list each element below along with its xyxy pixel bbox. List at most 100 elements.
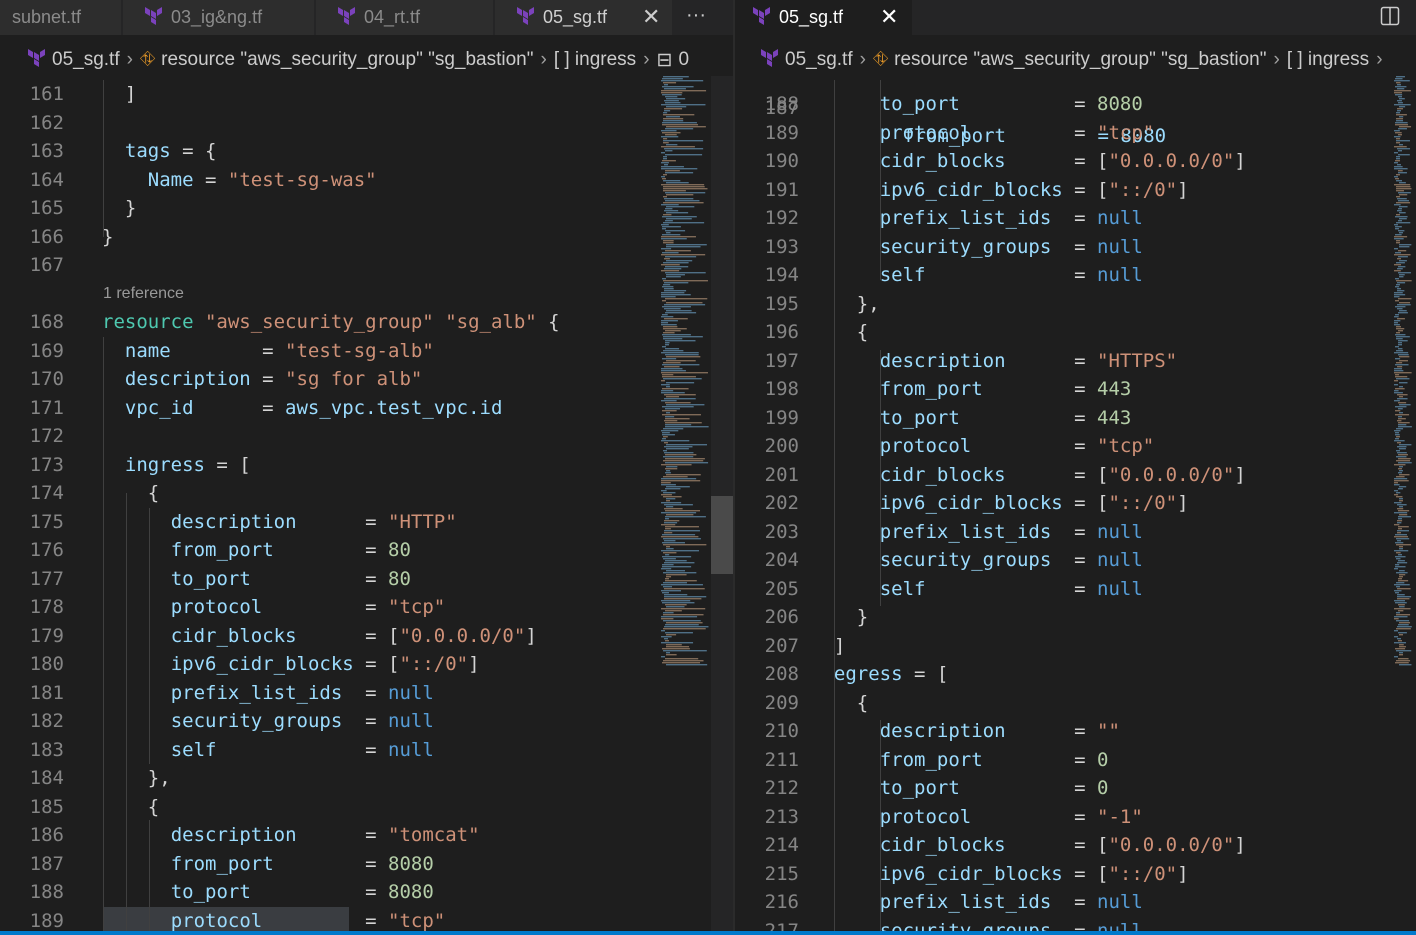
code-line: 190 cidr_blocks = ["0.0.0.0/0"] (735, 147, 1416, 176)
code-line: 188 to_port = 8080 (0, 878, 733, 907)
code-line: 183 self = null (0, 736, 733, 765)
terraform-icon (143, 5, 163, 30)
line-text: tags = { (124, 140, 217, 162)
line-number: 202 (764, 492, 799, 514)
line-text: description = "tomcat" (170, 824, 480, 846)
line-text: Name = "test-sg-was" (147, 168, 377, 191)
line-number: 181 (29, 681, 64, 704)
line-number: 198 (764, 378, 799, 400)
code-line: 193 security_groups = null (735, 233, 1416, 262)
code-line: 171 vpc_id = aws_vpc.test_vpc.id (0, 394, 733, 423)
line-text: from_port = 80 (170, 539, 411, 561)
indent-guide (103, 80, 104, 237)
line-text: to_port = 8080 (879, 93, 1143, 115)
line-number: 203 (764, 520, 799, 543)
line-number: 170 (29, 368, 64, 390)
line-text: from_port = 8080 (170, 852, 434, 875)
line-number: 210 (764, 720, 799, 742)
code-line: 178 protocol = "tcp" (0, 593, 733, 622)
line-text: security_groups = null (879, 549, 1143, 571)
code-line: 196 { (735, 318, 1416, 347)
indent-guide (880, 80, 881, 280)
code-line: 173 ingress = [ (0, 451, 733, 480)
line-number: 208 (764, 663, 799, 685)
tab-ig-ng[interactable]: 03_ig&ng.tf (123, 0, 315, 35)
tab-rt[interactable]: 04_rt.tf (316, 0, 494, 35)
line-number: 186 (29, 824, 64, 846)
code-line: 215 ipv6_cidr_blocks = ["::/0"] (735, 860, 1416, 889)
line-number: 195 (764, 292, 799, 315)
line-number: 180 (29, 653, 64, 675)
line-number: 177 (29, 567, 64, 590)
terraform-icon (336, 5, 356, 30)
tab-label: 05_sg.tf (543, 7, 608, 27)
minimap[interactable] (1392, 76, 1416, 676)
line-text: resource "aws_security_group" "sg_alb" { (102, 311, 560, 333)
line-number: 192 (764, 207, 799, 229)
line-text: description = "HTTP" (170, 510, 457, 533)
code-line: 214 cidr_blocks = ["0.0.0.0/0"] (735, 831, 1416, 860)
tab-label: 04_rt.tf (364, 7, 421, 27)
line-text: protocol = "-1" (879, 805, 1143, 828)
tab-label: subnet.tf (12, 7, 82, 27)
code-line: 212 to_port = 0 (735, 774, 1416, 803)
line-number: 188 (764, 93, 799, 115)
line-text: prefix_list_ids = null (879, 207, 1143, 229)
line-text: to_port = 0 (879, 777, 1109, 799)
line-text: from_port = 443 (879, 378, 1132, 400)
code-line: 195}, (735, 290, 1416, 319)
indent-guide (880, 350, 881, 606)
line-number: 163 (29, 140, 64, 162)
code-line: 209 { (735, 689, 1416, 718)
breadcrumb-file[interactable]: 05_sg.tf (52, 49, 120, 71)
line-text: }, (147, 767, 171, 789)
split-editor-icon[interactable] (1380, 6, 1400, 31)
code-line: 211 from_port = 0 (735, 746, 1416, 775)
line-number: 201 (764, 463, 799, 486)
line-number: 187 (29, 852, 64, 875)
line-number: 191 (764, 178, 799, 201)
line-number: 199 (764, 406, 799, 429)
minimap[interactable] (659, 76, 713, 676)
tab-subnet[interactable]: subnet.tf (0, 0, 122, 35)
code-line: 166} (0, 223, 733, 252)
more-actions-icon[interactable]: ··· (686, 4, 706, 27)
indent-guide (126, 493, 127, 933)
line-number: 213 (764, 805, 799, 828)
code-line: 216 prefix_list_ids = null (735, 888, 1416, 917)
code-line: 210 description = "" (735, 717, 1416, 746)
code-line: 198 from_port = 443 (735, 375, 1416, 404)
code-line: 161] (0, 80, 733, 109)
codelens-reference[interactable]: 1 reference (103, 285, 184, 303)
close-icon[interactable]: ✕ (880, 4, 898, 30)
line-text: protocol = "tcp" (879, 121, 1155, 144)
line-number: 171 (29, 396, 64, 419)
line-text: { (856, 691, 869, 714)
terraform-icon (26, 47, 46, 73)
scrollbar-thumb[interactable] (711, 496, 733, 574)
code-line: 162 (0, 109, 733, 138)
line-number: 166 (29, 225, 64, 248)
indent-guide (880, 720, 881, 935)
line-number: 196 (764, 321, 799, 343)
close-icon[interactable]: ✕ (642, 4, 660, 30)
line-number: 211 (764, 748, 799, 771)
line-text: description = "HTTPS" (879, 349, 1178, 372)
right-editor-group: 05_sg.tf ✕ 05_sg.tf › ⛗ resource "aws_se… (735, 0, 1416, 935)
line-number: 161 (29, 83, 64, 105)
code-line: 182 security_groups = null (0, 707, 733, 736)
breadcrumb-resource[interactable]: resource "aws_security_group" "sg_bastio… (161, 49, 533, 71)
indent-guide (834, 80, 835, 935)
line-number: 167 (29, 254, 64, 276)
code-line: 191 ipv6_cidr_blocks = ["::/0"] (735, 176, 1416, 205)
breadcrumb-index[interactable]: 0 (678, 49, 689, 71)
line-text: from_port = 0 (879, 748, 1109, 771)
right-tab-bar: 05_sg.tf ✕ (735, 0, 1416, 35)
line-text: cidr_blocks = ["0.0.0.0/0"] (879, 834, 1246, 856)
breadcrumb-ingress[interactable]: [ ] ingress (554, 49, 636, 71)
code-line: 172 (0, 422, 733, 451)
line-text: self = null (170, 738, 434, 761)
line-number: 185 (29, 795, 64, 818)
line-text: self = null (879, 577, 1143, 600)
line-text: ipv6_cidr_blocks = ["::/0"] (170, 653, 480, 675)
